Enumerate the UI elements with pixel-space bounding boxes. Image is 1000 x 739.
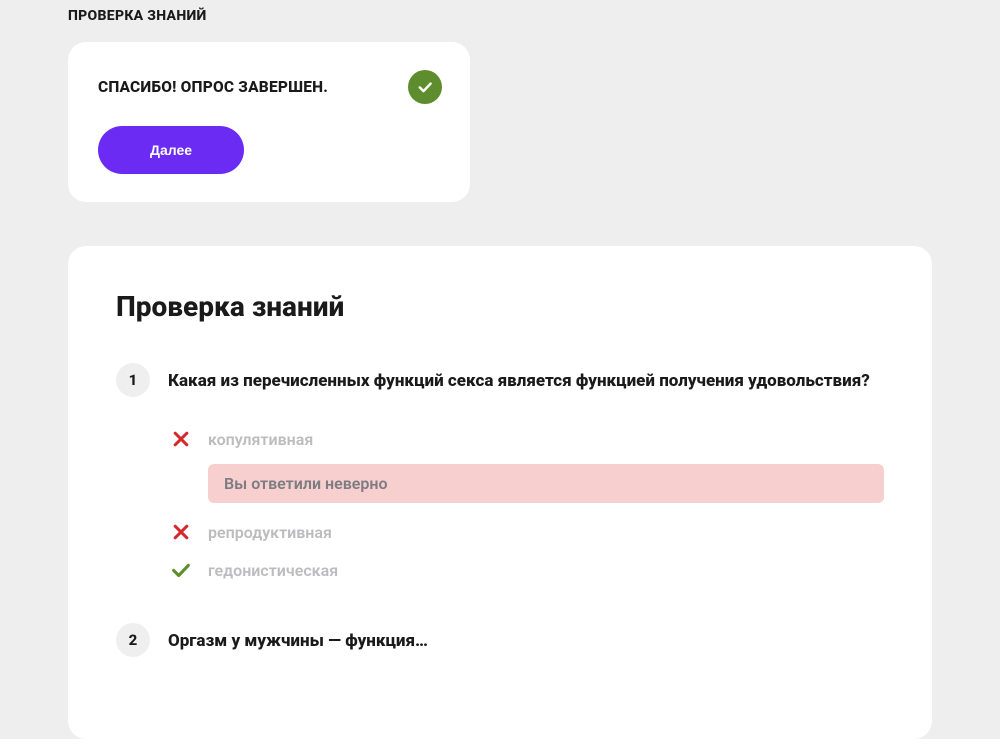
question-body: Какая из перечисленных функций секса явл… — [168, 363, 884, 587]
cross-icon — [170, 521, 192, 543]
question-number: 1 — [116, 363, 150, 397]
answer-option: гедонистическая — [170, 553, 884, 587]
completion-card: СПАСИБО! ОПРОС ЗАВЕРШЕН. Далее — [68, 42, 470, 202]
answer-option: копулятивная — [170, 422, 884, 456]
question-item: 1 Какая из перечисленных функций секса я… — [116, 363, 884, 587]
answer-list: копулятивная Вы ответили неверно репроду… — [168, 422, 884, 587]
next-button[interactable]: Далее — [98, 126, 244, 174]
check-icon — [170, 559, 192, 581]
results-card: Проверка знаний 1 Какая из перечисленных… — [68, 246, 932, 739]
cross-icon — [170, 428, 192, 450]
question-number: 2 — [116, 623, 150, 657]
question-item: 2 Оргазм у мужчины — функция… — [116, 623, 884, 682]
answer-text: гедонистическая — [208, 561, 338, 580]
question-body: Оргазм у мужчины — функция… — [168, 623, 884, 682]
completion-message: СПАСИБО! ОПРОС ЗАВЕРШЕН. — [98, 78, 328, 96]
section-label: ПРОВЕРКА ЗНАНИЙ — [68, 0, 932, 42]
answer-option: репродуктивная — [170, 515, 884, 549]
question-text: Какая из перечисленных функций секса явл… — [168, 368, 884, 394]
answer-text: копулятивная — [208, 430, 313, 449]
check-badge-icon — [408, 70, 442, 104]
completion-row: СПАСИБО! ОПРОС ЗАВЕРШЕН. — [98, 70, 442, 104]
feedback-chip: Вы ответили неверно — [208, 464, 884, 503]
question-text: Оргазм у мужчины — функция… — [168, 628, 884, 654]
results-title: Проверка знаний — [116, 290, 884, 323]
answer-text: репродуктивная — [208, 523, 332, 542]
